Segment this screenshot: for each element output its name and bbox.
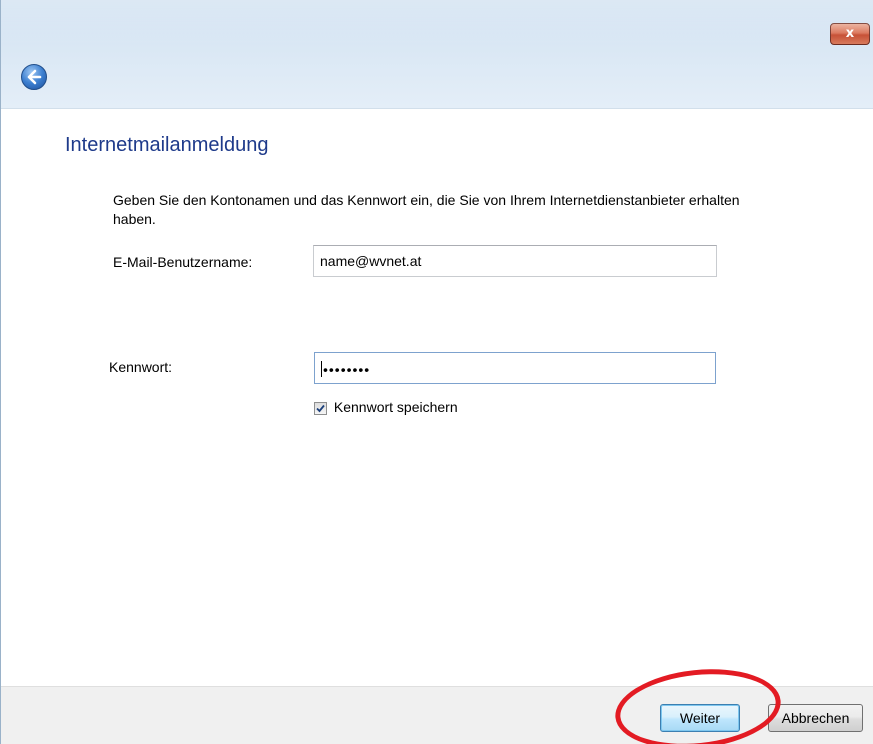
checkmark-icon (316, 404, 325, 413)
remember-password-checkbox[interactable] (314, 401, 327, 415)
instruction-text: Geben Sie den Kontonamen und das Kennwor… (113, 192, 740, 227)
page-title: Internetmailanmeldung (65, 134, 269, 156)
username-label: E-Mail-Benutzername: (113, 254, 253, 270)
remember-password-label: Kennwort speichern (333, 399, 458, 415)
close-button[interactable]: x (830, 23, 870, 45)
username-input[interactable]: name@wvnet.at (313, 245, 717, 277)
back-button[interactable] (21, 64, 47, 90)
remember-password-row[interactable]: Kennwort speichern (314, 399, 458, 417)
text-caret (321, 361, 322, 378)
dialog-window: x Internetmailanmeldung Geben Sie den Ko… (0, 0, 873, 744)
title-bar: x (1, 0, 873, 109)
back-arrow-icon (27, 69, 42, 85)
username-value: name@wvnet.at (320, 253, 422, 269)
password-input[interactable]: •••••••• (314, 352, 716, 384)
button-bar: Weiter Abbrechen (1, 686, 873, 744)
password-label: Kennwort: (109, 359, 173, 375)
next-button[interactable]: Weiter (660, 704, 740, 732)
password-value: •••••••• (323, 361, 371, 378)
close-icon: x (845, 26, 855, 41)
cancel-button[interactable]: Abbrechen (768, 704, 863, 732)
